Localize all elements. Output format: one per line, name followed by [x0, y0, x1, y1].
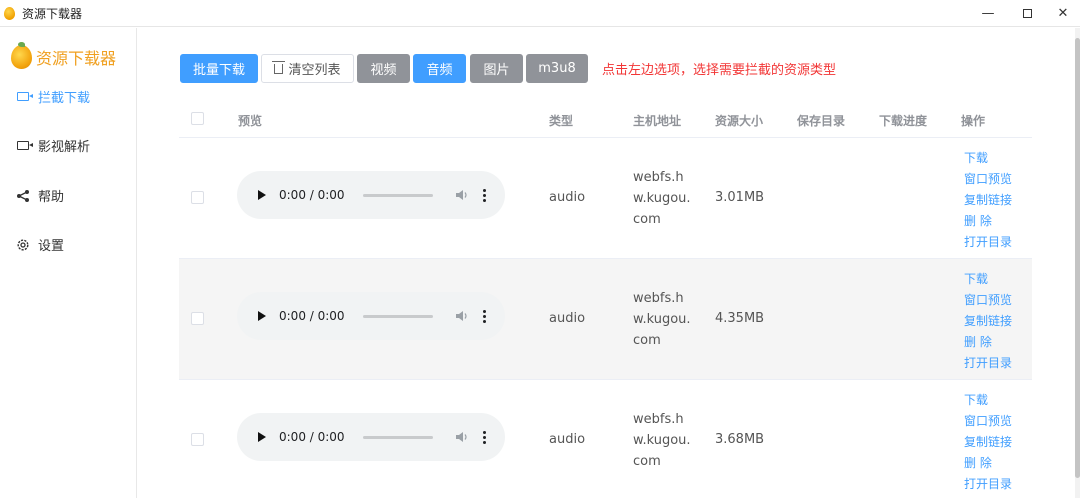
audio-time: 0:00 / 0:00 [279, 309, 345, 323]
audio-player[interactable]: 0:00 / 0:00 [237, 413, 505, 461]
audio-time: 0:00 / 0:00 [279, 430, 345, 444]
row-checkbox[interactable] [191, 433, 204, 446]
download-link[interactable]: 下载 [964, 148, 1012, 169]
header-host: 主机地址 [633, 114, 682, 128]
download-link[interactable]: 下载 [964, 390, 1012, 411]
table-row: 0:00 / 0:00 audio webfs.hw.kugou.com 3.0… [179, 138, 1032, 259]
open-dir-link[interactable]: 打开目录 [964, 474, 1012, 495]
clear-list-button[interactable]: 清空列表 [261, 54, 354, 83]
maximize-icon [1022, 9, 1032, 18]
header-save-dir: 保存目录 [797, 114, 846, 128]
delete-link[interactable]: 删 除 [964, 211, 1012, 232]
row-actions: 下载 窗口预览 复制链接 删 除 打开目录 [964, 269, 1012, 374]
play-icon[interactable] [258, 311, 266, 321]
more-options-icon[interactable] [483, 188, 487, 202]
sidebar-item-label: 帮助 [38, 190, 65, 205]
scrollbar-thumb[interactable] [1075, 38, 1080, 478]
app-logo-icon [4, 6, 15, 20]
sidebar: 资源下载器 拦截下载 影视解析 帮助 设置 [0, 28, 137, 498]
volume-icon[interactable] [455, 310, 469, 322]
filter-hint: 点击左边选项，选择需要拦截的资源类型 [602, 63, 837, 78]
row-checkbox[interactable] [191, 312, 204, 325]
more-options-icon[interactable] [483, 430, 487, 444]
cell-host: webfs.hw.kugou.com [633, 291, 691, 348]
play-icon[interactable] [258, 190, 266, 200]
close-icon: ✕ [1057, 6, 1069, 21]
audio-progress-slider[interactable] [362, 435, 433, 439]
filter-audio-button[interactable]: 音频 [413, 54, 466, 83]
audio-player[interactable]: 0:00 / 0:00 [237, 292, 505, 340]
cell-host: webfs.hw.kugou.com [633, 412, 691, 469]
orange-logo-icon [11, 42, 32, 69]
cell-type: audio [549, 311, 586, 326]
row-checkbox[interactable] [191, 191, 204, 204]
cell-size: 3.68MB [715, 432, 765, 447]
cell-size: 4.35MB [715, 311, 765, 326]
audio-progress-slider[interactable] [362, 193, 433, 197]
clear-list-label: 清空列表 [288, 63, 341, 78]
table-row: 0:00 / 0:00 audio webfs.hw.kugou.com 3.6… [179, 380, 1032, 498]
cell-size: 3.01MB [715, 190, 765, 205]
minimize-icon: — [981, 6, 995, 21]
sidebar-item-video-parse[interactable]: 影视解析 [15, 136, 90, 155]
preview-window-link[interactable]: 窗口预览 [964, 290, 1012, 311]
cell-host: webfs.hw.kugou.com [633, 170, 691, 227]
select-all-checkbox[interactable] [191, 112, 204, 125]
gear-icon [15, 238, 31, 252]
share-icon [15, 189, 31, 203]
table-row: 0:00 / 0:00 audio webfs.hw.kugou.com 4.3… [179, 259, 1032, 380]
app-name: 资源下载器 [36, 49, 117, 68]
play-icon[interactable] [258, 432, 266, 442]
sidebar-item-label: 设置 [38, 239, 65, 254]
video-camera-icon [15, 139, 33, 153]
preview-window-link[interactable]: 窗口预览 [964, 169, 1012, 190]
sidebar-item-help[interactable]: 帮助 [15, 186, 64, 205]
sidebar-item-label: 拦截下载 [38, 91, 91, 106]
title-bar: 资源下载器 [0, 0, 1080, 27]
open-dir-link[interactable]: 打开目录 [964, 232, 1012, 253]
audio-player[interactable]: 0:00 / 0:00 [237, 171, 505, 219]
sidebar-item-settings[interactable]: 设置 [15, 235, 64, 254]
filter-m3u8-button[interactable]: m3u8 [526, 54, 588, 83]
volume-icon[interactable] [455, 431, 469, 443]
filter-video-button[interactable]: 视频 [357, 54, 410, 83]
table-header: 预览 类型 主机地址 资源大小 保存目录 下载进度 操作 [179, 100, 1032, 138]
sidebar-item-label: 影视解析 [38, 140, 91, 155]
row-actions: 下载 窗口预览 复制链接 删 除 打开目录 [964, 390, 1012, 495]
batch-download-button[interactable]: 批量下载 [180, 54, 258, 83]
download-link[interactable]: 下载 [964, 269, 1012, 290]
sidebar-logo: 资源下载器 [11, 42, 117, 69]
trash-icon [272, 60, 286, 74]
filter-image-button[interactable]: 图片 [470, 54, 523, 83]
audio-progress-slider[interactable] [362, 314, 433, 318]
sidebar-item-intercept-download[interactable]: 拦截下载 [15, 87, 90, 106]
copy-link-link[interactable]: 复制链接 [964, 190, 1012, 211]
cell-type: audio [549, 432, 586, 447]
volume-icon[interactable] [455, 189, 469, 201]
close-button[interactable]: ✕ [1040, 0, 1080, 27]
video-camera-icon [15, 90, 33, 104]
header-progress: 下载进度 [879, 114, 928, 128]
audio-time: 0:00 / 0:00 [279, 188, 345, 202]
copy-link-link[interactable]: 复制链接 [964, 311, 1012, 332]
more-options-icon[interactable] [483, 309, 487, 323]
window-title: 资源下载器 [22, 6, 83, 21]
cell-type: audio [549, 190, 586, 205]
row-actions: 下载 窗口预览 复制链接 删 除 打开目录 [964, 148, 1012, 253]
header-type: 类型 [549, 114, 574, 128]
header-preview: 预览 [238, 114, 263, 128]
header-actions: 操作 [961, 114, 986, 128]
vertical-scrollbar[interactable] [1075, 28, 1080, 498]
delete-link[interactable]: 删 除 [964, 453, 1012, 474]
header-size: 资源大小 [715, 114, 764, 128]
copy-link-link[interactable]: 复制链接 [964, 432, 1012, 453]
delete-link[interactable]: 删 除 [964, 332, 1012, 353]
preview-window-link[interactable]: 窗口预览 [964, 411, 1012, 432]
open-dir-link[interactable]: 打开目录 [964, 353, 1012, 374]
